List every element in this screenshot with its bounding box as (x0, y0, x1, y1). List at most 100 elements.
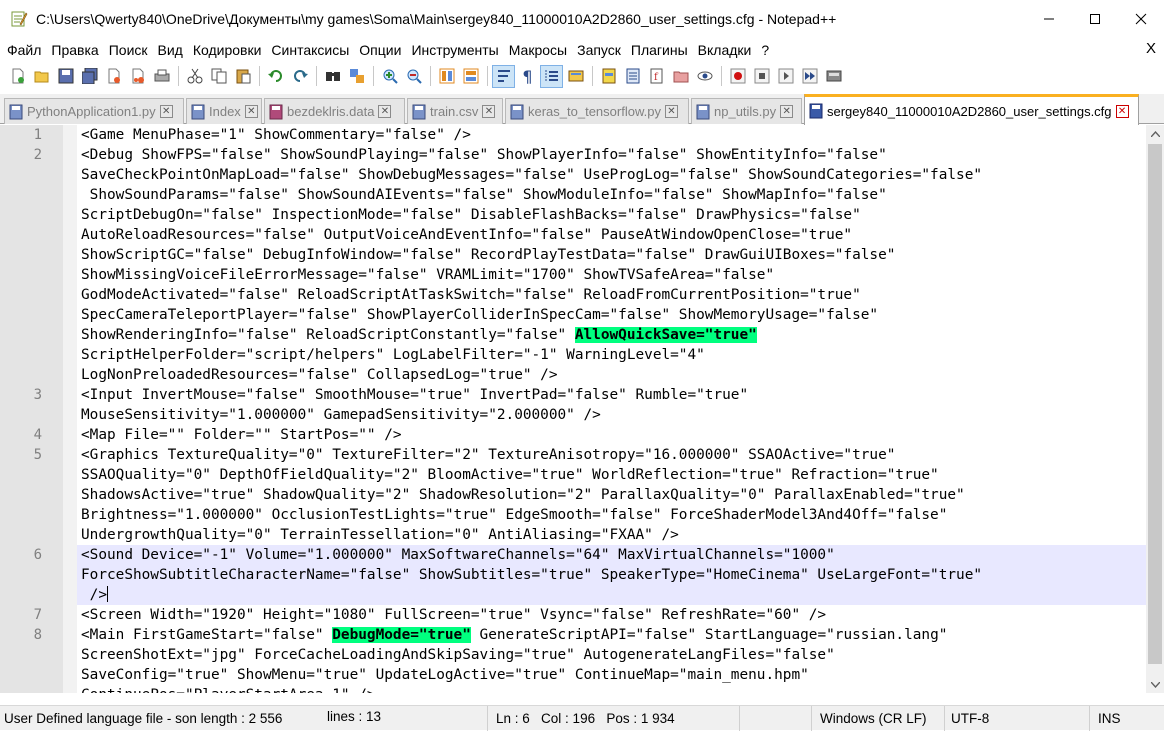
code-line[interactable]: MouseSensitivity="1.000000" GamepadSensi… (0, 405, 1146, 425)
code-line[interactable]: ContinuePos="PlayerStartArea_1" /> (0, 685, 1146, 693)
vertical-scrollbar[interactable] (1146, 125, 1164, 693)
code-line[interactable]: 6 <Sound Device="-1" Volume="1.000000" Ma… (0, 545, 1146, 565)
minimize-button[interactable] (1026, 0, 1072, 38)
line-text: <Graphics TextureQuality="0" TextureFilt… (81, 445, 895, 465)
menu-plugins[interactable]: Плагины (626, 42, 693, 58)
close-tab-icon[interactable]: ✕ (244, 105, 258, 118)
print-icon[interactable] (150, 65, 173, 88)
code-line[interactable]: /> (0, 585, 1146, 605)
tab-train-csv[interactable]: train.csv ✕ (407, 98, 503, 124)
tab-keras-to-tensorflow[interactable]: keras_to_tensorflow.py ✕ (505, 98, 689, 124)
close-tab-icon[interactable]: ✕ (664, 105, 678, 118)
zoom-out-icon[interactable] (402, 65, 425, 88)
code-line[interactable]: UndergrowthQuality="0" TerrainTessellati… (0, 525, 1146, 545)
tab-np-utils[interactable]: np_utils.py ✕ (691, 98, 802, 124)
doc-map-icon[interactable] (597, 65, 620, 88)
new-file-icon[interactable] (6, 65, 29, 88)
close-tab-icon[interactable]: ✕ (159, 105, 173, 118)
close-file-icon[interactable] (102, 65, 125, 88)
save-icon[interactable] (54, 65, 77, 88)
cut-icon[interactable] (183, 65, 206, 88)
undo-icon[interactable] (264, 65, 287, 88)
menu-file[interactable]: Файл (0, 42, 46, 58)
menu-macro[interactable]: Макросы (504, 42, 572, 58)
code-line[interactable]: ScreenShotExt="jpg" ForceCacheLoadingAnd… (0, 645, 1146, 665)
editor[interactable]: 1 <Game MenuPhase="1" ShowCommentary="fal… (0, 125, 1146, 693)
code-line[interactable]: Brightness="1.000000" OcclusionTestLight… (0, 505, 1146, 525)
close-tab-icon[interactable]: ✕ (780, 105, 794, 118)
code-area[interactable]: 1 <Game MenuPhase="1" ShowCommentary="fal… (0, 125, 1146, 693)
menu-tools[interactable]: Инструменты (406, 42, 503, 58)
code-line[interactable]: SaveConfig="true" ShowMenu="true" Update… (0, 665, 1146, 685)
monitoring-icon[interactable] (693, 65, 716, 88)
scrollbar-thumb[interactable] (1148, 144, 1162, 664)
save-all-icon[interactable] (78, 65, 101, 88)
close-tab-icon[interactable]: ✕ (1115, 104, 1129, 118)
code-line[interactable]: 1 <Game MenuPhase="1" ShowCommentary="fal… (0, 125, 1146, 145)
menu-window[interactable]: Вкладки (693, 42, 757, 58)
scroll-down-icon[interactable] (1146, 676, 1164, 693)
word-wrap-icon[interactable] (492, 64, 515, 88)
copy-icon[interactable] (207, 65, 230, 88)
close-document-button[interactable]: X (1146, 40, 1156, 57)
menu-edit[interactable]: Правка (46, 42, 103, 58)
tab-bezdeklris[interactable]: bezdeklris.data ✕ (264, 98, 405, 124)
code-line[interactable]: ShadowsActive="true" ShadowQuality="2" S… (0, 485, 1146, 505)
sync-horizontal-icon[interactable] (459, 65, 482, 88)
zoom-in-icon[interactable] (378, 65, 401, 88)
code-line[interactable]: ScriptDebugOn="false" InspectionMode="fa… (0, 205, 1146, 225)
project-panel-icon[interactable] (669, 65, 692, 88)
udl-icon[interactable] (564, 65, 587, 88)
menu-settings[interactable]: Опции (354, 42, 406, 58)
code-line[interactable]: GodModeActivated="false" ReloadScriptAtT… (0, 285, 1146, 305)
code-line[interactable]: ShowSoundParams="false" ShowSoundAIEvent… (0, 185, 1146, 205)
indent-guide-icon[interactable] (540, 64, 563, 88)
menu-view[interactable]: Вид (153, 42, 188, 58)
code-line[interactable]: ShowScriptGC="false" DebugInfoWindow="fa… (0, 245, 1146, 265)
record-macro-icon[interactable] (726, 65, 749, 88)
run-macro-multiple-icon[interactable] (798, 65, 821, 88)
menu-search[interactable]: Поиск (104, 42, 153, 58)
code-line[interactable]: SSAOQuality="0" DepthOfFieldQuality="2" … (0, 465, 1146, 485)
code-line[interactable]: 7 <Screen Width="1920" Height="1080" Full… (0, 605, 1146, 625)
code-line[interactable]: 5 <Graphics TextureQuality="0" TextureFil… (0, 445, 1146, 465)
menu-language[interactable]: Синтаксисы (266, 42, 354, 58)
code-line[interactable]: ShowRenderingInfo="false" ReloadScriptCo… (0, 325, 1146, 345)
code-line[interactable]: 8 <Main FirstGameStart="false" DebugMode=… (0, 625, 1146, 645)
tab-pythonapplication1[interactable]: PythonApplication1.py ✕ (4, 98, 184, 124)
code-line[interactable]: AutoReloadResources="false" OutputVoiceA… (0, 225, 1146, 245)
open-file-icon[interactable] (30, 65, 53, 88)
folder-workspace-icon[interactable]: f (645, 65, 668, 88)
save-macro-icon[interactable] (822, 65, 845, 88)
close-tab-icon[interactable]: ✕ (378, 105, 392, 118)
menu-run[interactable]: Запуск (572, 42, 626, 58)
stop-macro-icon[interactable] (750, 65, 773, 88)
code-line[interactable]: 4 <Map File="" Folder="" StartPos="" /> (0, 425, 1146, 445)
code-line[interactable]: 2 <Debug ShowFPS="false" ShowSoundPlaying… (0, 145, 1146, 165)
function-list-icon[interactable] (621, 65, 644, 88)
sync-vertical-icon[interactable] (435, 65, 458, 88)
menu-encoding[interactable]: Кодировки (188, 42, 267, 58)
paste-icon[interactable] (231, 65, 254, 88)
close-window-button[interactable] (1118, 0, 1164, 38)
find-icon[interactable] (321, 65, 344, 88)
redo-icon[interactable] (288, 65, 311, 88)
code-line[interactable]: ScriptHelperFolder="script/helpers" LogL… (0, 345, 1146, 365)
code-line[interactable]: LogNonPreloadedResources="false" Collaps… (0, 365, 1146, 385)
code-line[interactable]: 3 <Input InvertMouse="false" SmoothMouse=… (0, 385, 1146, 405)
code-line[interactable]: ShowMissingVoiceFileErrorMessage="false"… (0, 265, 1146, 285)
tab-index[interactable]: Index ✕ (186, 98, 262, 124)
close-all-icon[interactable] (126, 65, 149, 88)
line-text: <Main FirstGameStart="false" DebugMode="… (81, 625, 947, 645)
play-macro-icon[interactable] (774, 65, 797, 88)
scroll-up-icon[interactable] (1146, 125, 1164, 142)
show-all-chars-icon[interactable]: ¶ (516, 65, 539, 88)
tab-user-settings-cfg[interactable]: sergey840_11000010A2D2860_user_settings.… (804, 94, 1139, 125)
menu-help[interactable]: ? (756, 42, 774, 58)
maximize-button[interactable] (1072, 0, 1118, 38)
close-tab-icon[interactable]: ✕ (482, 105, 496, 118)
code-line[interactable]: SpecCameraTeleportPlayer="false" ShowPla… (0, 305, 1146, 325)
code-line[interactable]: ForceShowSubtitleCharacterName="false" S… (0, 565, 1146, 585)
code-line[interactable]: SaveCheckPointOnMapLoad="false" ShowDebu… (0, 165, 1146, 185)
replace-icon[interactable] (345, 65, 368, 88)
